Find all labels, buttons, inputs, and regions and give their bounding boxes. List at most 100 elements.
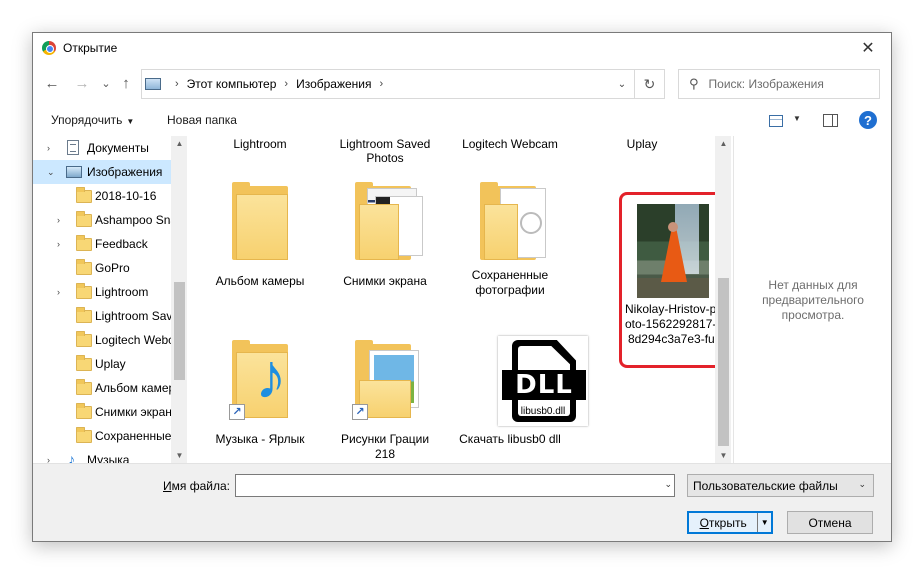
file-label: Скачать libusb0 dll <box>459 432 561 446</box>
expand-arrow-icon[interactable]: › <box>57 215 60 225</box>
scroll-up-icon[interactable]: ▲ <box>171 136 187 150</box>
tree-item-folder[interactable]: › Feedback <box>33 232 187 256</box>
collapse-arrow-icon[interactable]: ⌄ <box>47 167 55 178</box>
sidebar-scrollbar[interactable]: ▲ ▼ <box>171 136 187 466</box>
cancel-button[interactable]: Отмена <box>787 511 873 534</box>
file-item-shortcut[interactable]: ♪ ↗ Музыка - Ярлык <box>205 340 315 460</box>
title-bar: Открытие ✕ <box>33 33 891 63</box>
dll-file-icon: DLL libusb0.dll <box>498 336 588 426</box>
scroll-up-icon[interactable]: ▲ <box>715 136 731 150</box>
open-button[interactable]: Открыть ▼ <box>687 511 773 534</box>
file-label: Музыка - Ярлык <box>215 432 305 446</box>
tree-item-folder[interactable]: Сохраненные <box>33 424 187 448</box>
folder-icon <box>76 379 92 395</box>
screenshots-folder-icon <box>355 182 423 260</box>
chevron-down-icon: ▼ <box>126 117 135 126</box>
address-dropdown-icon[interactable]: ⌄ <box>610 79 634 90</box>
tree-item-folder[interactable]: Альбом камер <box>33 376 187 400</box>
view-mode-icon[interactable] <box>769 115 783 127</box>
navigation-bar: ← → ⌄ ↑ › Этот компьютер › Изображения ›… <box>33 66 891 102</box>
file-item-folder[interactable]: Снимки экрана <box>330 182 440 302</box>
scroll-down-icon[interactable]: ▼ <box>171 448 187 462</box>
breadcrumb-pictures[interactable]: Изображения <box>296 77 371 91</box>
tree-item-pictures[interactable]: ⌄ Изображения <box>33 160 187 184</box>
breadcrumb-this-pc[interactable]: Этот компьютер <box>187 77 277 91</box>
open-button-label[interactable]: Открыть <box>689 513 757 532</box>
chevron-down-icon: ⌄ <box>858 479 866 489</box>
open-split-arrow-icon[interactable]: ▼ <box>757 513 771 532</box>
file-label[interactable]: Lightroom <box>205 137 315 151</box>
file-label: Альбом камеры <box>215 274 305 288</box>
organize-button[interactable]: Упорядочить ▼ <box>51 113 134 127</box>
refresh-button[interactable]: ↻ <box>634 70 664 98</box>
music-note-icon: ♪ <box>255 340 287 412</box>
organize-label: Упорядочить <box>51 113 123 127</box>
tree-item-folder[interactable]: Lightroom Sav <box>33 304 187 328</box>
dialog-footer: Имя файла: ⌄ Пользовательские файлы ⌄ От… <box>33 463 891 541</box>
document-icon <box>67 140 79 155</box>
window-title: Открытие <box>63 41 118 55</box>
file-label: Сохраненные фотографии <box>471 268 549 297</box>
close-button[interactable]: ✕ <box>845 33 891 63</box>
file-label[interactable]: Uplay <box>587 137 697 151</box>
expand-arrow-icon[interactable]: › <box>57 287 60 297</box>
folder-icon <box>76 235 92 251</box>
tree-item-folder[interactable]: › Ashampoo Sna <box>33 208 187 232</box>
tree-item-label: Feedback <box>95 237 148 251</box>
file-item-photo[interactable]: Nikolay-Hristov-photo-1562292817-58d294c… <box>619 204 729 364</box>
file-label: Снимки экрана <box>343 274 427 288</box>
tree-item-folder[interactable]: › Lightroom <box>33 280 187 304</box>
command-bar: Упорядочить ▼ Новая папка ▼ ? <box>33 108 891 134</box>
breadcrumb-separator: › <box>284 78 289 90</box>
search-box[interactable]: ⚲ Поиск: Изображения <box>678 69 880 99</box>
file-item-dll[interactable]: DLL libusb0.dll Скачать libusb0 dll <box>455 336 588 460</box>
file-item-shortcut[interactable]: ↗ Рисунки Грации 218 <box>330 340 440 461</box>
new-folder-button[interactable]: Новая папка <box>167 113 237 127</box>
preview-pane: Нет данных для предварительного просмотр… <box>733 136 891 466</box>
tree-item-folder[interactable]: GoPro <box>33 256 187 280</box>
tree-item-folder[interactable]: Uplay <box>33 352 187 376</box>
scrollbar-thumb[interactable] <box>174 282 185 380</box>
recent-locations-button[interactable]: ⌄ <box>97 74 115 92</box>
help-icon[interactable]: ? <box>859 111 877 129</box>
forward-button[interactable]: → <box>73 74 91 92</box>
filename-input[interactable]: ⌄ <box>235 474 675 497</box>
folder-icon <box>76 307 92 323</box>
chrome-icon <box>42 41 56 55</box>
chevron-down-icon[interactable]: ⌄ <box>664 479 672 490</box>
folder-icon <box>76 355 92 371</box>
file-item-folder[interactable]: Альбом камеры <box>205 182 315 302</box>
filename-label-text: мя файла: <box>171 479 230 493</box>
address-bar[interactable]: › Этот компьютер › Изображения › ⌄ ↻ <box>141 69 665 99</box>
file-item-folder[interactable]: Сохраненные фотографии <box>455 182 565 302</box>
open-label-text: ткрыть <box>708 515 747 530</box>
file-type-value: Пользовательские файлы <box>693 479 838 493</box>
tree-item-documents[interactable]: › Документы <box>33 136 187 160</box>
scroll-down-icon[interactable]: ▼ <box>715 448 731 462</box>
tree-item-folder[interactable]: Снимки экран <box>33 400 187 424</box>
tree-item-label: Logitech Webc <box>95 333 175 347</box>
preview-pane-icon[interactable] <box>823 114 838 127</box>
tree-item-folder[interactable]: 2018-10-16 <box>33 184 187 208</box>
navigation-pane: › Документы ⌄ Изображения 2018-10-16 › A… <box>33 136 187 466</box>
file-type-select[interactable]: Пользовательские файлы ⌄ <box>687 474 874 497</box>
pictures-icon <box>66 166 82 178</box>
up-button[interactable]: ↑ <box>117 74 135 92</box>
computer-icon <box>145 78 161 90</box>
open-mnemonic: О <box>699 515 709 530</box>
view-options-chevron-icon[interactable]: ▼ <box>793 114 801 123</box>
filename-label-mnemonic: И <box>163 479 172 493</box>
search-input[interactable]: Поиск: Изображения <box>709 77 824 91</box>
back-button[interactable]: ← <box>43 74 61 92</box>
tree-item-label: Снимки экран <box>95 405 172 419</box>
file-label[interactable]: Logitech Webcam <box>455 137 565 151</box>
folder-icon <box>232 182 292 260</box>
tree-item-folder[interactable]: Logitech Webc <box>33 328 187 352</box>
tree-item-label: Lightroom <box>95 285 149 299</box>
file-list-scrollbar[interactable]: ▲ ▼ <box>715 136 731 466</box>
folder-icon <box>76 187 92 203</box>
scrollbar-thumb[interactable] <box>718 278 729 446</box>
file-label[interactable]: Lightroom Saved Photos <box>330 137 440 165</box>
expand-arrow-icon[interactable]: › <box>57 239 60 249</box>
expand-arrow-icon[interactable]: › <box>47 143 50 153</box>
